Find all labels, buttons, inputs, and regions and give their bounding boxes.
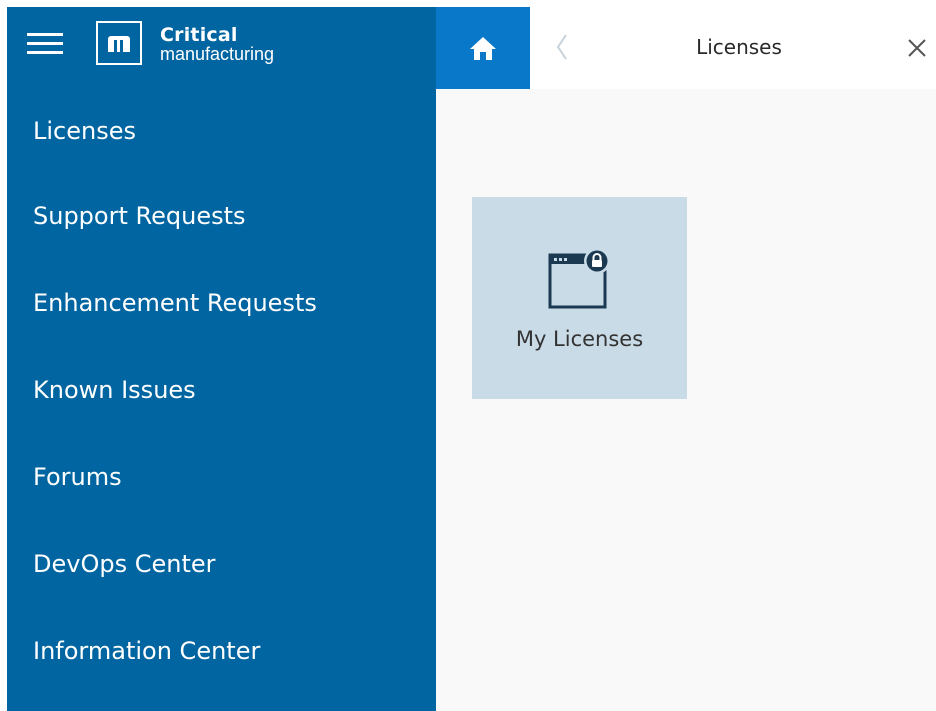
page-title: Licenses bbox=[696, 35, 782, 59]
sidebar-item-information-center[interactable]: Information Center bbox=[7, 608, 436, 695]
main-content: My Licenses bbox=[436, 89, 936, 711]
sidebar-item-forums[interactable]: Forums bbox=[7, 434, 436, 521]
window-lock-icon bbox=[548, 248, 610, 309]
close-icon[interactable] bbox=[906, 37, 928, 59]
sidebar-item-devops-center[interactable]: DevOps Center bbox=[7, 521, 436, 608]
brand-subname: manufacturing bbox=[160, 44, 275, 64]
brand-name: Critical bbox=[160, 24, 238, 46]
tile-label: My Licenses bbox=[515, 327, 644, 351]
chevron-left-icon[interactable] bbox=[550, 31, 574, 63]
home-button[interactable] bbox=[436, 7, 530, 89]
tile-my-licenses[interactable]: My Licenses bbox=[472, 197, 687, 399]
home-icon bbox=[470, 37, 496, 60]
sidebar-item-enhancement-requests[interactable]: Enhancement Requests bbox=[7, 260, 436, 347]
page-header: Licenses bbox=[530, 7, 936, 89]
sidebar-item-support-requests[interactable]: Support Requests bbox=[7, 173, 436, 260]
sidebar-item-licenses[interactable]: Licenses bbox=[7, 89, 436, 173]
hamburger-menu-icon[interactable] bbox=[27, 31, 63, 57]
sidebar: Critical manufacturing Licenses Support … bbox=[7, 7, 436, 711]
brand-logo-icon bbox=[96, 21, 142, 65]
sidebar-menu: Licenses Support Requests Enhancement Re… bbox=[7, 89, 436, 695]
sidebar-item-known-issues[interactable]: Known Issues bbox=[7, 347, 436, 434]
